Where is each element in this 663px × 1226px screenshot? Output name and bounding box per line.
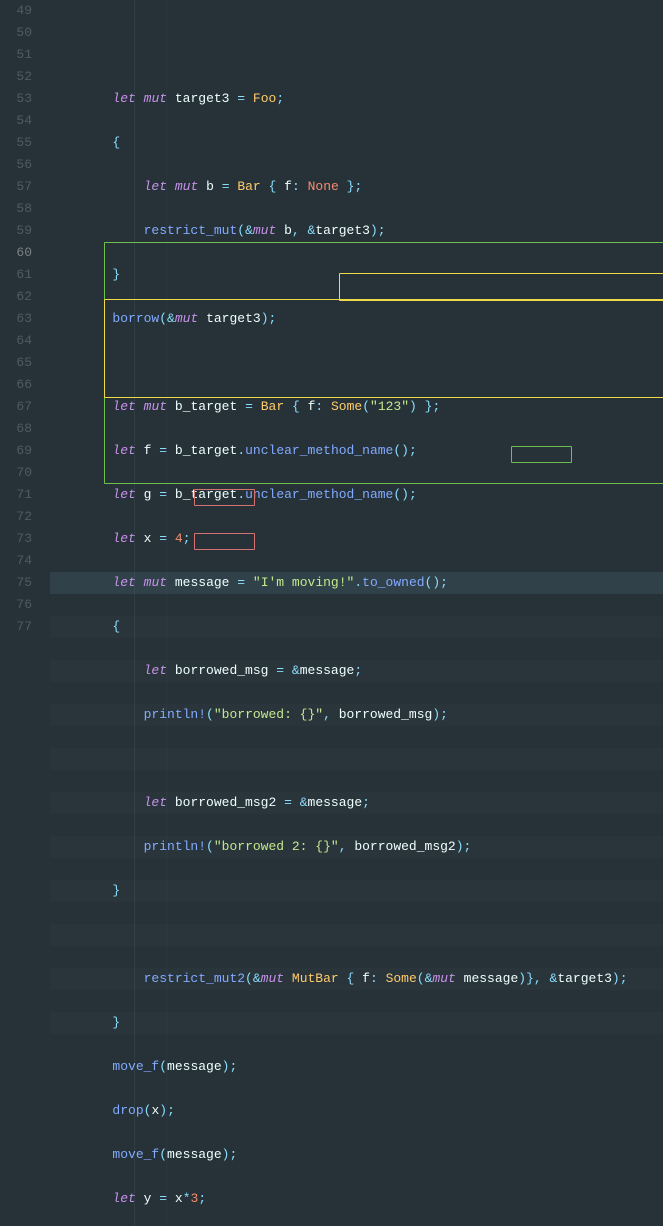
- code-line[interactable]: }: [50, 264, 663, 286]
- code-line[interactable]: println!("borrowed 2: {}", borrowed_msg2…: [50, 836, 663, 858]
- code-line[interactable]: let mut b = Bar { f: None };: [50, 176, 663, 198]
- code-line-current[interactable]: let mut message = "I'm moving!".to_owned…: [50, 572, 663, 594]
- line-number: 61: [0, 264, 32, 286]
- line-number: 51: [0, 44, 32, 66]
- line-number: 72: [0, 506, 32, 528]
- code-line[interactable]: move_f(message);: [50, 1144, 663, 1166]
- code-line[interactable]: borrow(&mut target3);: [50, 308, 663, 330]
- code-line[interactable]: let mut b_target = Bar { f: Some("123") …: [50, 396, 663, 418]
- code-line[interactable]: {: [50, 616, 663, 638]
- line-number: 57: [0, 176, 32, 198]
- line-number: 62: [0, 286, 32, 308]
- code-line[interactable]: {: [50, 132, 663, 154]
- line-number: 63: [0, 308, 32, 330]
- line-number: 56: [0, 154, 32, 176]
- line-number: 71: [0, 484, 32, 506]
- line-number: 67: [0, 396, 32, 418]
- line-number: 50: [0, 22, 32, 44]
- line-number: 53: [0, 88, 32, 110]
- code-line[interactable]: let mut target3 = Foo;: [50, 88, 663, 110]
- line-number: 68: [0, 418, 32, 440]
- line-number: 55: [0, 132, 32, 154]
- code-line[interactable]: }: [50, 1012, 663, 1034]
- line-number: 73: [0, 528, 32, 550]
- line-number: 52: [0, 66, 32, 88]
- line-number: 54: [0, 110, 32, 132]
- code-line[interactable]: let x = 4;: [50, 528, 663, 550]
- code-line[interactable]: let y = x*3;: [50, 1188, 663, 1210]
- line-number: 69: [0, 440, 32, 462]
- line-number: 66: [0, 374, 32, 396]
- code-line[interactable]: [50, 352, 663, 374]
- code-line[interactable]: println!("borrowed: {}", borrowed_msg);: [50, 704, 663, 726]
- code-line[interactable]: let g = b_target.unclear_method_name();: [50, 484, 663, 506]
- line-gutter: 4950515253545556575859606162636465666768…: [0, 0, 50, 1226]
- code-editor[interactable]: 4950515253545556575859606162636465666768…: [0, 0, 663, 1226]
- code-line[interactable]: drop(x);: [50, 1100, 663, 1122]
- line-number: 74: [0, 550, 32, 572]
- line-number: 64: [0, 330, 32, 352]
- code-line[interactable]: restrict_mut2(&mut MutBar { f: Some(&mut…: [50, 968, 663, 990]
- code-line[interactable]: let f = b_target.unclear_method_name();: [50, 440, 663, 462]
- code-area[interactable]: let mut target3 = Foo; { let mut b = Bar…: [50, 0, 663, 1226]
- code-line[interactable]: let borrowed_msg = &message;: [50, 660, 663, 682]
- code-line[interactable]: restrict_mut(&mut b, &target3);: [50, 220, 663, 242]
- code-line[interactable]: let borrowed_msg2 = &message;: [50, 792, 663, 814]
- line-number: 49: [0, 0, 32, 22]
- line-number: 60: [0, 242, 32, 264]
- line-number: 58: [0, 198, 32, 220]
- line-number: 77: [0, 616, 32, 638]
- line-number: 75: [0, 572, 32, 594]
- code-line[interactable]: move_f(message);: [50, 1056, 663, 1078]
- code-line[interactable]: [50, 924, 663, 946]
- code-line[interactable]: }: [50, 880, 663, 902]
- code-line[interactable]: [50, 748, 663, 770]
- line-number: 65: [0, 352, 32, 374]
- line-number: 70: [0, 462, 32, 484]
- line-number: 59: [0, 220, 32, 242]
